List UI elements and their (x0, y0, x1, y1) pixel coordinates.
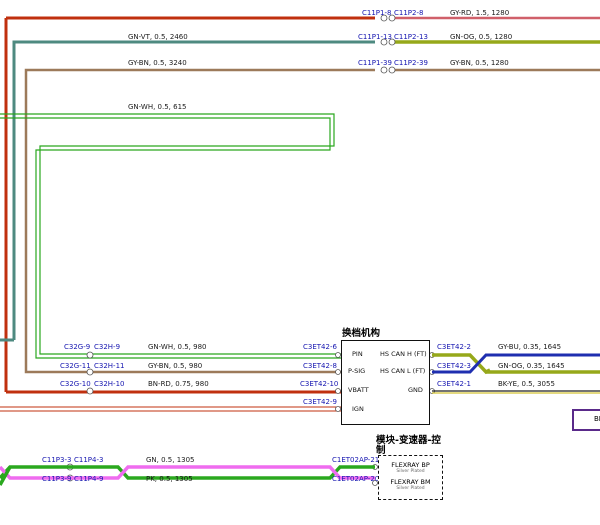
row3-connector-b: C32H-10 (94, 380, 125, 388)
tcm-flexray-bm-sub: Silver Plated (396, 486, 425, 491)
edge-box-label: BK (594, 415, 600, 423)
right3-pin: C3ET42-1 (437, 380, 471, 388)
bottom2-connector-a: C11P3-9 (42, 475, 72, 483)
shifter-module[interactable]: PIN P-SIG VBATT IGN HS CAN H (FT) HS CAN… (341, 340, 430, 425)
row3-pin: C3ET42-10 (300, 380, 339, 388)
shifter-pin-vbatt: VBATT (348, 386, 369, 394)
right3-spec: BK-YE, 0.5, 3055 (498, 380, 555, 388)
wire-top4-spec: GN-WH, 0.5, 615 (128, 103, 187, 111)
shifter-pin-can-l: HS CAN L (FT) (380, 367, 426, 375)
bottom1-spec: GN, 0.5, 1305 (146, 456, 195, 464)
row1-pin: C3ET42-6 (303, 343, 337, 351)
wire-top2-right-connector: C11P2-13 (394, 33, 428, 41)
row4-pin: C3ET42-9 (303, 398, 337, 406)
wire-top4-green-white[interactable] (0, 113, 342, 359)
right2-spec: GN-OG, 0.35, 1645 (498, 362, 565, 370)
bottom1-connector-b: C11P4-3 (74, 456, 104, 464)
row1-spec: GN-WH, 0.5, 980 (148, 343, 207, 351)
row2-spec: GY-BN, 0.5, 980 (148, 362, 203, 370)
wire-top3-brown[interactable] (24, 68, 375, 374)
tcm-module[interactable]: FLEXRAY BP Silver Plated FLEXRAY BM Silv… (378, 455, 443, 500)
right1-pin: C3ET42-2 (437, 343, 471, 351)
row3-spec: BN-RD, 0.75, 980 (148, 380, 209, 388)
bottom2-spec: PK, 0.5, 1305 (146, 475, 193, 483)
shifter-pin-can-h: HS CAN H (FT) (380, 350, 427, 358)
tcm-title: 模块-变速器-控制 (376, 435, 441, 456)
wire-top2-spec-left: GN-VT, 0.5, 2460 (128, 33, 188, 41)
row2-pin: C3ET42-8 (303, 362, 337, 370)
wire-top1-left-connector: C11P1-8 (362, 9, 392, 17)
wire-row4-red-white[interactable] (0, 406, 342, 412)
wire-top2-teal[interactable] (12, 40, 375, 340)
bottom2-pin: C1ET02AP-20 (332, 475, 380, 483)
wire-top3-left-connector: C11P1-39 (358, 59, 392, 67)
wire-top2-left-connector: C11P1-13 (358, 33, 392, 41)
wire-top3-spec-left: GY-BN, 0.5, 3240 (128, 59, 187, 67)
wire-top1-right-connector: C11P2-8 (394, 9, 424, 17)
wire-top2-spec-right: GN-OG, 0.5, 1280 (450, 33, 513, 41)
wiring-diagram (0, 14, 600, 486)
shifter-pin-ign: IGN (352, 405, 364, 413)
shifter-title: 换档机构 (342, 328, 381, 339)
shifter-pin-pin: PIN (352, 350, 363, 358)
edge-box[interactable]: BK (572, 409, 600, 431)
row1-connector-a: C32G-9 (64, 343, 91, 351)
shifter-pin-psig: P-SIG (348, 367, 366, 375)
row3-connector-a: C32G-10 (60, 380, 91, 388)
wire-top3-right-connector: C11P2-39 (394, 59, 428, 67)
row2-connector-a: C32G-11 (60, 362, 91, 370)
row2-connector-b: C32H-11 (94, 362, 125, 370)
bottom1-pin: C1ET02AP-21 (332, 456, 380, 464)
row1-connector-b: C32H-9 (94, 343, 121, 351)
tcm-flexray-bp-sub: Silver Plated (396, 469, 425, 474)
tcm-flexray-bp: FLEXRAY BP (391, 461, 430, 469)
right1-spec: GY-BU, 0.35, 1645 (498, 343, 562, 351)
shifter-pin-gnd: GND (408, 386, 423, 394)
bottom1-connector-a: C11P3-3 (42, 456, 72, 464)
right2-pin: C3ET42-3 (437, 362, 471, 370)
wire-top3-spec-right: GY-BN, 0.5, 1280 (450, 59, 509, 67)
wire-top1-spec: GY-RD, 1.5, 1280 (450, 9, 510, 17)
bottom2-connector-b: C11P4-9 (74, 475, 104, 483)
tcm-flexray-bm: FLEXRAY BM (390, 478, 431, 486)
